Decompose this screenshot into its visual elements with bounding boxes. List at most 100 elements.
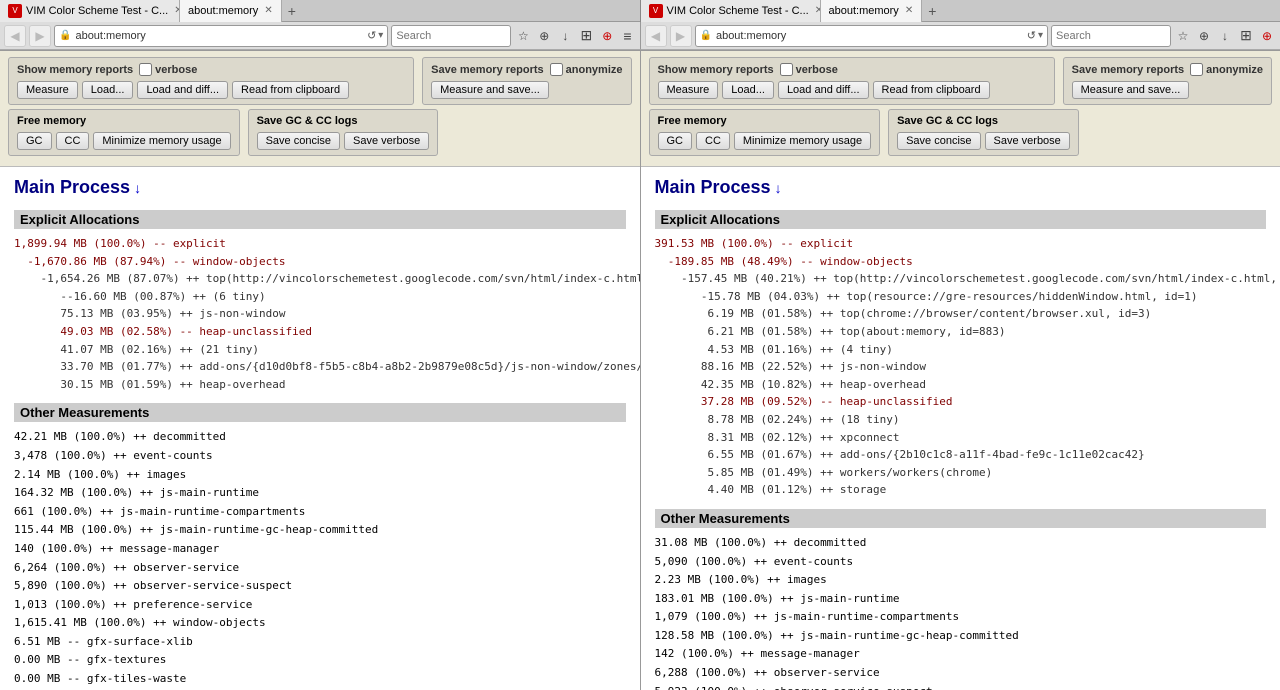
right-controls-row1: Show memory reports verbose Measure Load… [649,57,1273,105]
load-diff-btn-left[interactable]: Load and diff... [137,81,228,99]
menu-icon-left[interactable]: ⊞ [577,25,595,47]
free-memory-right: Free memory GC CC Minimize memory usage [649,109,881,156]
anonymize-checkbox-left[interactable] [550,63,563,76]
explicit-allocations-title-left: Explicit Allocations [14,210,626,229]
left-gc-buttons: Save concise Save verbose [257,132,430,150]
save-concise-btn-left[interactable]: Save concise [257,132,340,150]
show-memory-reports-left: Show memory reports verbose Measure Load… [8,57,414,105]
verbose-checkbox-label-right[interactable]: verbose [780,63,838,76]
free-memory-label-left: Free memory [17,115,231,127]
search-input-right[interactable] [1051,25,1171,47]
dropdown-btn-left[interactable]: ▾ [378,30,383,41]
refresh-btn-left[interactable]: ↺ [365,29,378,42]
address-bar-right[interactable]: 🔒 about:memory ↺ ▾ [695,25,1049,47]
verbose-checkbox-left[interactable] [139,63,152,76]
main-process-arrow-left: ↓ [134,180,141,196]
main-content: Show memory reports verbose Measure Load… [0,51,1280,690]
address-bar-left[interactable]: 🔒 about:memory ↺ ▾ [54,25,388,47]
tab-vim-right[interactable]: V VIM Color Scheme Test - C... ✕ [641,0,821,22]
tab-label-memory-right: about:memory [829,5,899,17]
save-gc-left: Save GC & CC logs Save concise Save verb… [248,109,439,156]
measure-line: 1,615.41 MB (100.0%) ++ window-objects [14,614,626,632]
minimize-btn-left[interactable]: Minimize memory usage [93,132,230,150]
left-show-buttons: Measure Load... Load and diff... Read fr… [17,81,405,99]
verbose-checkbox-label-left[interactable]: verbose [139,63,197,76]
anonymize-label-left: anonymize [566,64,623,76]
tree-line: 6.19 MB (01.58%) ++ top(chrome://browser… [655,305,1267,323]
dropdown-btn-right[interactable]: ▾ [1038,30,1043,41]
tree-line: 41.07 MB (02.16%) ++ (21 tiny) [14,341,626,359]
save-concise-btn-right[interactable]: Save concise [897,132,980,150]
save-verbose-btn-right[interactable]: Save verbose [985,132,1070,150]
anonymize-checkbox-label-right[interactable]: anonymize [1190,63,1263,76]
save-memory-reports-left: Save memory reports anonymize Measure an… [422,57,631,105]
load-btn-right[interactable]: Load... [722,81,774,99]
tab-close-memory-right[interactable]: ✕ [905,5,913,16]
measure-line: 0.00 MB -- gfx-tiles-waste [14,670,626,688]
right-gc-buttons: Save concise Save verbose [897,132,1070,150]
tab-memory-right[interactable]: about:memory ✕ [821,0,923,22]
gc-btn-right[interactable]: GC [658,132,693,150]
tree-line: -157.45 MB (40.21%) ++ top(http://vincol… [655,270,1267,288]
tree-line: 42.35 MB (10.82%) ++ heap-overhead [655,376,1267,394]
verbose-checkbox-right[interactable] [780,63,793,76]
read-clipboard-btn-left[interactable]: Read from clipboard [232,81,349,99]
back-btn-right[interactable]: ◀ [645,25,667,47]
save-gc-label-left: Save GC & CC logs [257,115,430,127]
tree-line: -1,654.26 MB (87.07%) ++ top(http://vinc… [14,270,626,288]
star-icon-left[interactable]: ☆ [514,25,532,47]
read-clipboard-btn-right[interactable]: Read from clipboard [873,81,990,99]
tree-line: 37.28 MB (09.52%) -- heap-unclassified [655,393,1267,411]
right-free-buttons: GC CC Minimize memory usage [658,132,872,150]
tree-line: 75.13 MB (03.95%) ++ js-non-window [14,305,626,323]
tree-line: 4.53 MB (01.16%) ++ (4 tiny) [655,341,1267,359]
tab-label-memory-left: about:memory [188,5,258,17]
minimize-btn-right[interactable]: Minimize memory usage [734,132,871,150]
tab-new-left[interactable]: + [282,3,302,19]
nav-bar-right: ◀ ▶ 🔒 about:memory ↺ ▾ ☆ ⊕ ↓ ⊞ ⊕ [641,22,1280,50]
save-verbose-btn-left[interactable]: Save verbose [344,132,429,150]
cc-btn-right[interactable]: CC [696,132,730,150]
show-memory-reports-right: Show memory reports verbose Measure Load… [649,57,1055,105]
hamburger-left[interactable]: ≡ [619,28,635,44]
measure-line: 140 (100.0%) ++ message-manager [14,540,626,558]
back-btn-left[interactable]: ◀ [4,25,26,47]
anonymize-checkbox-right[interactable] [1190,63,1203,76]
gc-btn-left[interactable]: GC [17,132,52,150]
cc-btn-left[interactable]: CC [56,132,90,150]
anonymize-checkbox-label-left[interactable]: anonymize [550,63,623,76]
load-diff-btn-right[interactable]: Load and diff... [778,81,869,99]
tree-line: 4.40 MB (01.12%) ++ storage [655,481,1267,499]
bookmark-icon-right[interactable]: ⊕ [1195,25,1213,47]
download-icon-left[interactable]: ↓ [556,25,574,47]
search-input-left[interactable] [391,25,511,47]
tab-new-right[interactable]: + [922,3,942,19]
tab-bar-left: V VIM Color Scheme Test - C... ✕ about:m… [0,0,640,22]
measure-line: 6,288 (100.0%) ++ observer-service [655,664,1267,682]
tree-line: 5.85 MB (01.49%) ++ workers/workers(chro… [655,464,1267,482]
overflow-icon-left[interactable]: ⊕ [598,25,616,47]
left-memory-content: Main Process ↓ Explicit Allocations 1,89… [0,167,640,690]
forward-btn-left[interactable]: ▶ [29,25,51,47]
tab-vim-left[interactable]: V VIM Color Scheme Test - C... ✕ [0,0,180,22]
measure-btn-left[interactable]: Measure [17,81,78,99]
measure-btn-right[interactable]: Measure [658,81,719,99]
measure-line: 128.58 MB (100.0%) ++ js-main-runtime-gc… [655,627,1267,645]
save-memory-reports-label-right: Save memory reports [1072,64,1185,76]
tab-memory-left[interactable]: about:memory ✕ [180,0,282,22]
overflow-icon-right[interactable]: ⊕ [1258,25,1276,47]
star-icon-right[interactable]: ☆ [1174,25,1192,47]
bookmark-icon-left[interactable]: ⊕ [535,25,553,47]
forward-btn-right[interactable]: ▶ [670,25,692,47]
tab-label-vim-right: VIM Color Scheme Test - C... [667,5,809,17]
menu-icon-right[interactable]: ⊞ [1237,25,1255,47]
measure-line: 2.23 MB (100.0%) ++ images [655,571,1267,589]
tab-close-memory-left[interactable]: ✕ [264,5,272,16]
measure-save-btn-left[interactable]: Measure and save... [431,81,549,99]
measure-save-btn-right[interactable]: Measure and save... [1072,81,1190,99]
measure-line: 3,478 (100.0%) ++ event-counts [14,447,626,465]
other-measurements-right: 31.08 MB (100.0%) ++ decommitted5,090 (1… [655,534,1267,690]
refresh-btn-right[interactable]: ↺ [1025,29,1038,42]
download-icon-right[interactable]: ↓ [1216,25,1234,47]
load-btn-left[interactable]: Load... [82,81,134,99]
